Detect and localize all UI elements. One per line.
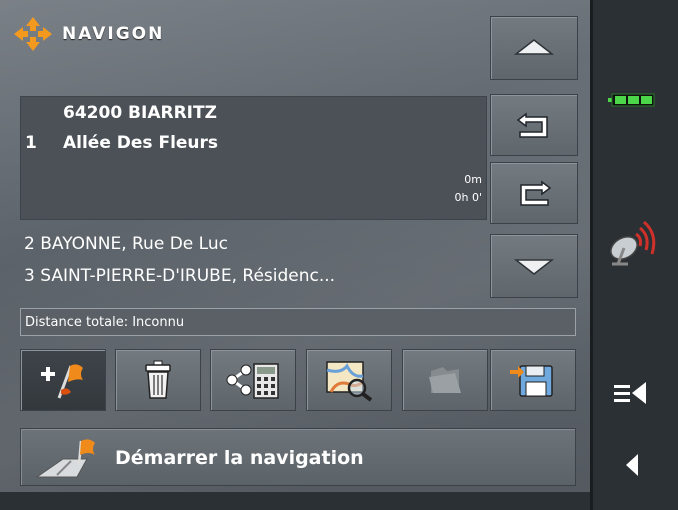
save-route-button[interactable] <box>490 349 576 411</box>
total-distance-bar: Distance totale: Inconnu <box>20 308 576 336</box>
brand-logo: NAVIGON <box>14 14 164 54</box>
back-arrow-icon <box>626 454 638 476</box>
route-options-button[interactable] <box>210 349 296 411</box>
navigation-screen: NAVIGON 64200 BIARRITZ 1 Allée Des Fleur… <box>0 0 678 510</box>
start-navigation-icon <box>35 439 95 478</box>
back-button[interactable] <box>618 450 648 480</box>
add-destination-button[interactable] <box>20 349 106 411</box>
arrow-up-icon <box>514 39 554 55</box>
reorder-down-icon <box>520 180 552 206</box>
open-route-button[interactable] <box>402 349 488 411</box>
move-up-button[interactable] <box>490 94 578 156</box>
start-navigation-button[interactable]: Démarrer la navigation <box>20 428 576 486</box>
scroll-down-button[interactable] <box>490 234 578 298</box>
map-search-icon <box>326 361 373 402</box>
list-item[interactable]: 3 SAINT-PIERRE-D'IRUBE, Résidenc... <box>24 266 335 286</box>
bottom-strip <box>0 492 590 510</box>
show-map-button[interactable] <box>306 349 392 411</box>
arrow-down-icon <box>514 259 554 275</box>
start-navigation-label: Démarrer la navigation <box>115 447 364 469</box>
battery-icon <box>608 93 655 107</box>
gps-signal-icon <box>610 220 656 266</box>
leg-time: 0h 0' <box>454 191 483 204</box>
list-item[interactable]: 2 BAYONNE, Rue De Luc <box>24 234 228 254</box>
total-distance-text: Distance totale: Inconnu <box>25 315 185 330</box>
trash-icon <box>145 360 171 399</box>
brand-name: NAVIGON <box>62 24 165 44</box>
delete-button[interactable] <box>115 349 201 411</box>
current-destination-panel[interactable]: 64200 BIARRITZ 1 Allée Des Fleurs 0m 0h … <box>20 96 487 220</box>
route-calculator-icon <box>226 363 279 399</box>
menu-button[interactable] <box>612 376 656 410</box>
reorder-up-icon <box>516 112 548 138</box>
save-icon <box>510 365 553 397</box>
destination-street: Allée Des Fleurs <box>63 133 219 153</box>
leg-distance: 0m <box>464 173 482 186</box>
scroll-up-button[interactable] <box>490 16 578 80</box>
navigon-logo-icon <box>14 17 52 51</box>
menu-icon <box>614 382 646 404</box>
folder-icon <box>429 367 461 393</box>
add-destination-icon <box>41 364 83 399</box>
destination-index: 1 <box>25 133 37 153</box>
destination-city: 64200 BIARRITZ <box>63 103 217 123</box>
move-down-button[interactable] <box>490 162 578 224</box>
